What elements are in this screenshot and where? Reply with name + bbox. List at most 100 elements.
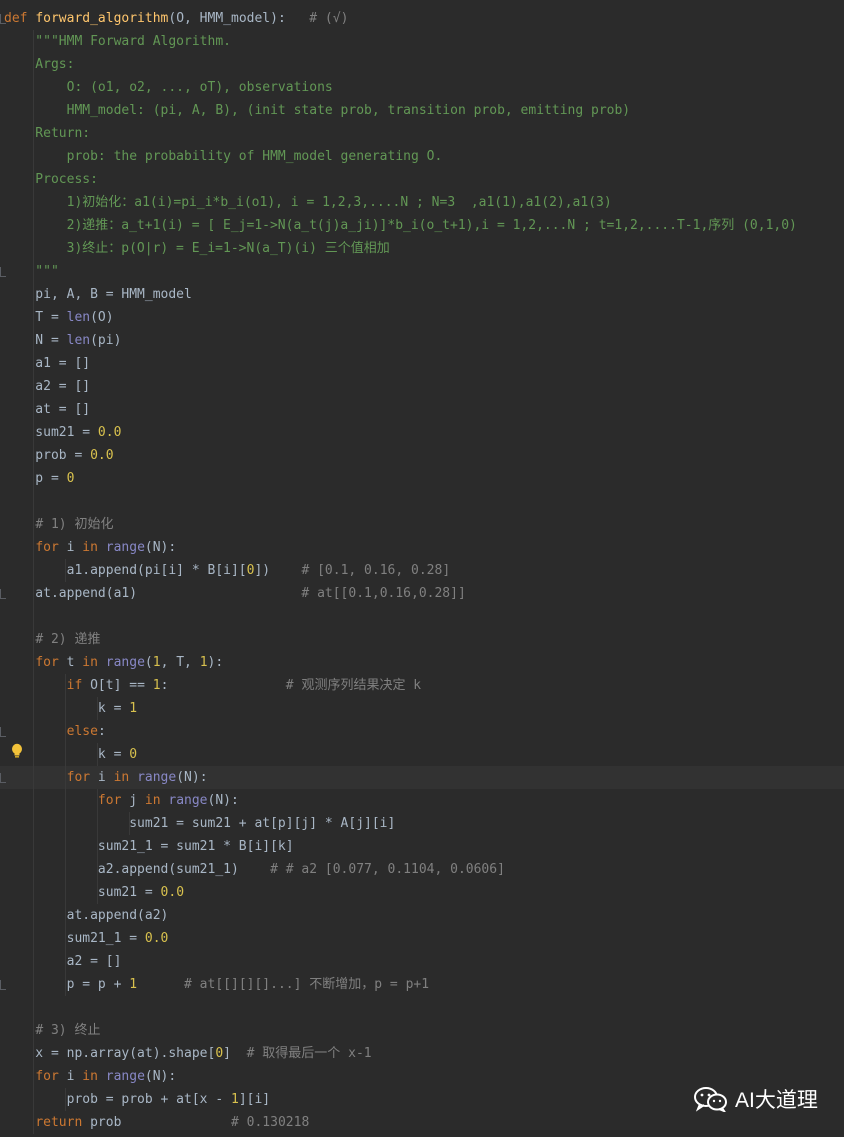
- code-text: for j in range(N):: [97, 793, 239, 808]
- code-text: N = len(pi): [4, 333, 122, 348]
- code-text: Args:: [4, 57, 75, 72]
- code-line: a2.append(sum21_1) # # a2 [0.077, 0.1104…: [0, 858, 844, 881]
- code-line: pi, A, B = HMM_model: [0, 283, 844, 306]
- code-line: p = p + 1 # at[[][][]...] 不断增加，p = p+1: [0, 973, 844, 996]
- code-text: if O[t] == 1: # 观测序列结果决定 k: [66, 678, 422, 693]
- code-text: p = p + 1 # at[[][][]...] 不断增加，p = p+1: [4, 977, 430, 992]
- code-text: 1)初始化：a1(i)=pi_i*b_i(o1), i = 1,2,3,....…: [4, 195, 612, 210]
- fold-marker-icon[interactable]: [0, 980, 6, 990]
- code-text: def forward_algorithm(O, HMM_model): # (…: [4, 11, 349, 26]
- code-line: 3)终止：p(O|r) = E_i=1->N(a_T)(i) 三个值相加: [0, 237, 844, 260]
- code-text: sum21 = sum21 + at[p][j] * A[j][i]: [4, 816, 396, 831]
- fold-marker-icon[interactable]: [0, 589, 6, 599]
- indent-guide: [97, 789, 98, 904]
- code-text: 2)递推：a_t+1(i) = [ E_j=1->N(a_t(j)a_ji)]*…: [4, 218, 797, 233]
- code-text: k = 1: [4, 701, 138, 716]
- watermark-text: AI大道理: [735, 1089, 818, 1112]
- code-line: prob: the probability of HMM_model gener…: [0, 145, 844, 168]
- indent-guide: [65, 1088, 66, 1111]
- code-line: k = 1: [0, 697, 844, 720]
- code-text: # 1) 初始化: [35, 517, 114, 532]
- code-line: at.append(a1) # at[[0.1,0.16,0.28]]: [0, 582, 844, 605]
- code-line: Args:: [0, 53, 844, 76]
- code-line: a1.append(pi[i] * B[i][0]) # [0.1, 0.16,…: [0, 559, 844, 582]
- code-line: a2 = []: [0, 950, 844, 973]
- wechat-icon: [694, 1087, 727, 1112]
- code-line: p = 0: [0, 467, 844, 490]
- code-line: for i in range(N):: [0, 536, 844, 559]
- code-text: return prob # 0.130218: [35, 1115, 310, 1130]
- code-text: HMM_model: (pi, A, B), (init state prob,…: [4, 103, 631, 118]
- code-line: Process:: [0, 168, 844, 191]
- code-text: T = len(O): [4, 310, 114, 325]
- fold-marker-icon[interactable]: [0, 14, 6, 24]
- indent-guide: [97, 743, 98, 766]
- code-text: """: [4, 264, 59, 279]
- lightbulb-icon[interactable]: [11, 743, 23, 759]
- code-line: sum21 = 0.0: [0, 881, 844, 904]
- code-text: sum21 = 0.0: [4, 885, 185, 900]
- code-line: a2 = []: [0, 375, 844, 398]
- code-text: sum21_1 = sum21 * B[i][k]: [4, 839, 294, 854]
- code-text: a1.append(pi[i] * B[i][0]) # [0.1, 0.16,…: [4, 563, 451, 578]
- code-line: # 1) 初始化: [0, 513, 844, 536]
- fold-marker-icon[interactable]: [0, 267, 6, 277]
- code-text: prob: the probability of HMM_model gener…: [4, 149, 443, 164]
- code-text: at = []: [4, 402, 91, 417]
- code-line: # 2) 递推: [0, 628, 844, 651]
- code-line: Return:: [0, 122, 844, 145]
- code-text: a2 = []: [4, 379, 91, 394]
- code-text: k = 0: [4, 747, 138, 762]
- code-text: x = np.array(at).shape[0] # 取得最后一个 x-1: [4, 1046, 372, 1061]
- code-text: prob = 0.0: [4, 448, 114, 463]
- code-text: at.append(a1) # at[[0.1,0.16,0.28]]: [4, 586, 466, 601]
- code-text: sum21 = 0.0: [4, 425, 122, 440]
- code-line: sum21_1 = 0.0: [0, 927, 844, 950]
- code-line: """HMM Forward Algorithm.: [0, 30, 844, 53]
- fold-marker-icon[interactable]: [0, 727, 6, 737]
- code-text: # 3) 终止: [35, 1023, 101, 1038]
- code-text: for i in range(N):: [66, 770, 208, 785]
- code-line: else:: [0, 720, 844, 743]
- code-text: a2.append(sum21_1) # # a2 [0.077, 0.1104…: [4, 862, 505, 877]
- code-line: def forward_algorithm(O, HMM_model): # (…: [0, 7, 844, 30]
- code-text: Process:: [4, 172, 98, 187]
- code-text: a2 = []: [4, 954, 122, 969]
- code-line: 1)初始化：a1(i)=pi_i*b_i(o1), i = 1,2,3,....…: [0, 191, 844, 214]
- code-text: for i in range(N):: [35, 540, 177, 555]
- watermark: AI大道理: [693, 1083, 818, 1115]
- code-line: if O[t] == 1: # 观测序列结果决定 k: [0, 674, 844, 697]
- code-line: x = np.array(at).shape[0] # 取得最后一个 x-1: [0, 1042, 844, 1065]
- code-editor[interactable]: def forward_algorithm(O, HMM_model): # (…: [0, 0, 844, 1137]
- code-line: for j in range(N):: [0, 789, 844, 812]
- code-line: T = len(O): [0, 306, 844, 329]
- indent-guide: [65, 674, 66, 996]
- code-line: for t in range(1, T, 1):: [0, 651, 844, 674]
- code-line: sum21_1 = sum21 * B[i][k]: [0, 835, 844, 858]
- code-line: k = 0: [0, 743, 844, 766]
- indent-guide: [65, 559, 66, 582]
- code-text: prob = prob + at[x - 1][i]: [4, 1092, 271, 1107]
- code-text: for i in range(N):: [35, 1069, 177, 1084]
- code-line: 2)递推：a_t+1(i) = [ E_j=1->N(a_t(j)a_ji)]*…: [0, 214, 844, 237]
- code-text: """HMM Forward Algorithm.: [4, 34, 231, 49]
- indent-guide: [33, 30, 34, 1134]
- code-text: 3)终止：p(O|r) = E_i=1->N(a_T)(i) 三个值相加: [4, 241, 390, 256]
- code-text: at.append(a2): [4, 908, 169, 923]
- code-line: a1 = []: [0, 352, 844, 375]
- code-text: p = 0: [4, 471, 75, 486]
- indent-guide: [129, 812, 130, 835]
- code-text: O: (o1, o2, ..., oT), observations: [4, 80, 333, 95]
- fold-marker-icon[interactable]: [0, 773, 6, 783]
- code-line: # 3) 终止: [0, 1019, 844, 1042]
- code-line: at.append(a2): [0, 904, 844, 927]
- code-text: sum21_1 = 0.0: [4, 931, 169, 946]
- code-line: N = len(pi): [0, 329, 844, 352]
- code-text: a1 = []: [4, 356, 91, 371]
- code-line: sum21 = 0.0: [0, 421, 844, 444]
- code-line: """: [0, 260, 844, 283]
- code-line: sum21 = sum21 + at[p][j] * A[j][i]: [0, 812, 844, 835]
- code-line: HMM_model: (pi, A, B), (init state prob,…: [0, 99, 844, 122]
